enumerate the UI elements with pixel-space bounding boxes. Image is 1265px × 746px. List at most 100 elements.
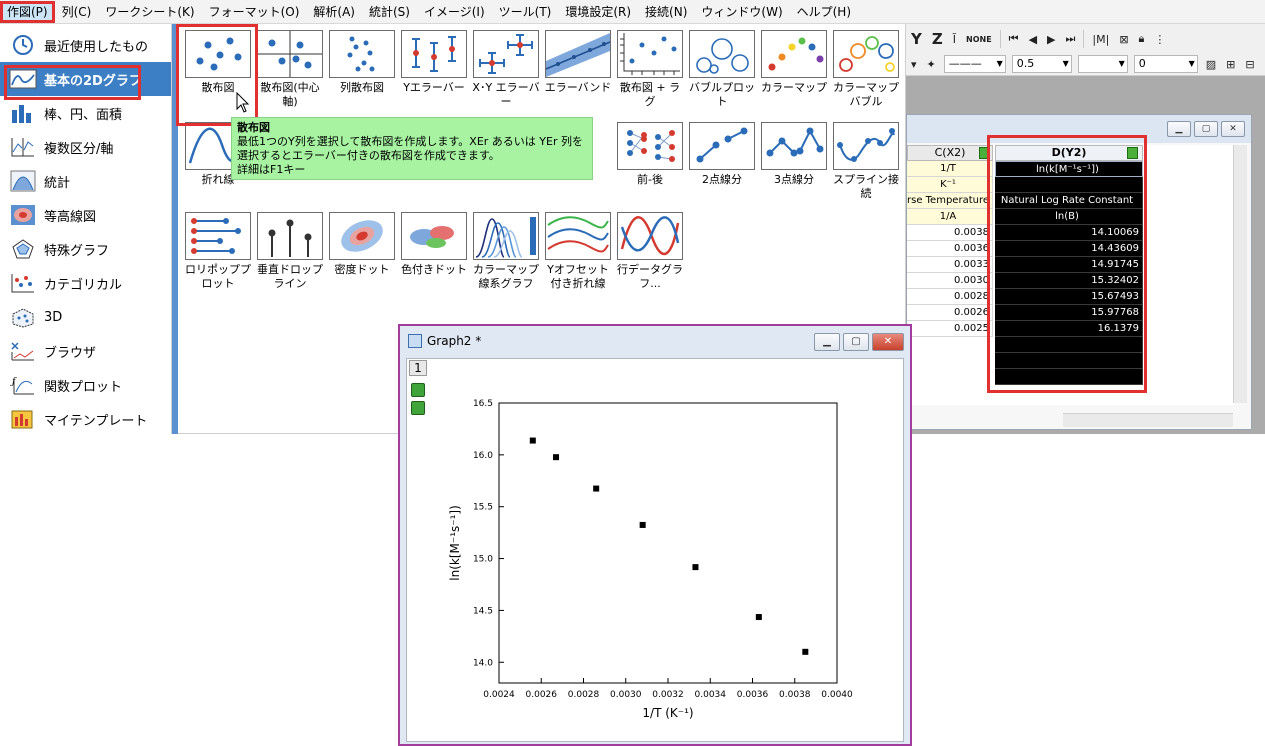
error-column-button[interactable]: Ĩ — [948, 33, 961, 46]
gallery-y-offset-line[interactable]: Yオフセット付き折れ線 — [543, 212, 613, 304]
category-label: 統計 — [44, 175, 71, 191]
graph-titlebar[interactable]: Graph2 * ▁ ▢ ✕ — [400, 326, 910, 356]
menu-column[interactable]: 列(C) — [55, 1, 99, 23]
lock-icon[interactable]: 🔒︎ — [1134, 32, 1150, 46]
category-special[interactable]: 特殊グラフ — [0, 232, 171, 266]
comments-cell[interactable]: rse Temperature — [907, 193, 993, 209]
data-point[interactable] — [755, 614, 762, 621]
fill-dropdown-icon[interactable]: ▾ — [906, 58, 922, 71]
border-icon[interactable]: ⊞ — [1221, 58, 1240, 71]
overflow-icon[interactable]: ⋮ — [1149, 33, 1170, 46]
prev-icon[interactable]: ◀ — [1024, 33, 1042, 46]
gallery-bubble[interactable]: バブルプロット — [687, 30, 757, 122]
menu-analysis[interactable]: 解析(A) — [306, 1, 362, 23]
pattern-icon[interactable]: ✦ — [922, 58, 941, 71]
horizontal-scrollbar[interactable] — [1063, 413, 1233, 427]
none-column-button[interactable]: NONE — [961, 35, 997, 44]
gallery-3-point-segment[interactable]: 3点線分 — [759, 122, 829, 214]
menu-statistics[interactable]: 統計(S) — [362, 1, 417, 23]
menu-preferences[interactable]: 環境設定(R) — [558, 1, 638, 23]
category-basic-2d[interactable]: 基本の2Dグラフ — [0, 62, 171, 100]
transparency-combo[interactable]: 0 ▼ — [1133, 55, 1198, 73]
menu-window[interactable]: ウィンドウ(W) — [694, 1, 789, 23]
minimize-button[interactable]: ▁ — [1167, 121, 1191, 137]
gallery-y-errorbar[interactable]: Yエラーバー — [399, 30, 469, 122]
category-categorical[interactable]: カテゴリカル — [0, 266, 171, 300]
data-cell[interactable]: 0.0036 — [907, 241, 993, 257]
long-name-cell[interactable]: 1/T — [907, 161, 993, 177]
gallery-density-dots[interactable]: 密度ドット — [327, 212, 397, 304]
color-combo[interactable]: ▼ — [1077, 55, 1128, 73]
next-icon[interactable]: ▶ — [1042, 33, 1060, 46]
category-3d[interactable]: 3D — [0, 300, 171, 334]
menu-plot[interactable]: 作図(P) — [0, 0, 55, 23]
maximize-button[interactable]: ▢ — [1194, 121, 1218, 137]
last-icon[interactable]: ⏭ — [1061, 32, 1081, 46]
data-cell[interactable]: 0.0038 — [907, 225, 993, 241]
data-cell[interactable]: 0.0025 — [907, 321, 993, 337]
gallery-colormap[interactable]: カラーマップ — [759, 30, 829, 122]
data-point[interactable] — [553, 454, 560, 461]
units-cell[interactable]: K⁻¹ — [907, 177, 993, 193]
gallery-xy-errorbar[interactable]: X･Y エラーバー — [471, 30, 541, 122]
grid-icon[interactable]: ⊟ — [1240, 58, 1259, 71]
gallery-error-band[interactable]: エラーバンド — [543, 30, 613, 122]
gallery-column-scatter[interactable]: 列散布図 — [327, 30, 397, 122]
line-width-combo[interactable]: 0.5 ▼ — [1011, 55, 1072, 73]
hatch-icon[interactable]: ▨ — [1201, 58, 1221, 71]
gallery-before-after[interactable]: 前-後 — [615, 122, 685, 214]
category-statistics[interactable]: 統計 — [0, 164, 171, 198]
y-axis-button[interactable]: Y — [906, 30, 927, 48]
category-browser[interactable]: ブラウザ — [0, 334, 171, 368]
data-point[interactable] — [529, 437, 536, 444]
y-tick-label: 14.5 — [473, 606, 493, 616]
line-style-combo[interactable]: ——— ▼ — [943, 55, 1006, 73]
formula-cell[interactable]: 1/A — [907, 209, 993, 225]
bar-chart-icon — [8, 101, 38, 125]
gallery-lollipop[interactable]: ロリポッププロット — [183, 212, 253, 304]
gallery-vertical-drop-line[interactable]: 垂直ドロップライン — [255, 212, 325, 304]
category-bar-pie-area[interactable]: 棒、円、面積 — [0, 96, 171, 130]
gallery-row-data-graph[interactable]: 行データグラフ... — [615, 212, 685, 304]
gallery-2-point-segment[interactable]: 2点線分 — [687, 122, 757, 214]
data-cell[interactable]: 0.0028 — [907, 289, 993, 305]
vertical-scrollbar[interactable] — [1233, 145, 1247, 403]
menu-connectivity[interactable]: 接続(N) — [638, 1, 694, 23]
menu-format[interactable]: フォーマット(O) — [202, 1, 307, 23]
menu-worksheet[interactable]: ワークシート(K) — [98, 1, 201, 23]
data-point[interactable] — [692, 564, 699, 571]
column-c-header[interactable]: C(X2) — [907, 145, 993, 161]
menu-tools[interactable]: ツール(T) — [492, 1, 559, 23]
gallery-colored-dots[interactable]: 色付きドット — [399, 212, 469, 304]
close-button[interactable]: ✕ — [872, 333, 904, 351]
gallery-colormap-line-series[interactable]: カラーマップ線系グラフ — [471, 212, 541, 304]
x-ticks: 0.0024 0.0026 0.0028 0.0030 0.0032 0.0034 0.00… — [483, 678, 853, 700]
close-button[interactable]: ✕ — [1221, 121, 1245, 137]
basic-2d-icon — [8, 67, 38, 91]
data-cell[interactable]: 0.0026 — [907, 305, 993, 321]
category-multi-axis[interactable]: 複数区分/軸 — [0, 130, 171, 164]
gallery-spline-connect[interactable]: スプライン接続 — [831, 122, 901, 214]
category-contour[interactable]: 等高線図 — [0, 198, 171, 232]
gallery-scatter-rug[interactable]: 散布図 + ラグ — [615, 30, 685, 122]
data-point[interactable] — [593, 485, 600, 492]
category-my-templates[interactable]: マイテンプレート — [0, 402, 171, 436]
3d-icon — [8, 305, 38, 329]
gallery-colormap-bubble[interactable]: カラーマップバブル — [831, 30, 901, 122]
mask-icon[interactable]: |M| — [1087, 33, 1114, 46]
menu-image[interactable]: イメージ(I) — [417, 1, 492, 23]
minimize-button[interactable]: ▁ — [814, 333, 840, 351]
data-cell[interactable]: 0.0033 — [907, 257, 993, 273]
category-recent[interactable]: 最近使用したもの — [0, 28, 171, 62]
category-function-plot[interactable]: ƒ 関数プロット — [0, 368, 171, 402]
data-cell[interactable]: 0.0030 — [907, 273, 993, 289]
first-icon[interactable]: ⏮ — [1004, 32, 1024, 46]
maximize-button[interactable]: ▢ — [843, 333, 869, 351]
data-point[interactable] — [802, 648, 809, 655]
gallery-scatter-central[interactable]: 散布図(中心軸) — [255, 30, 325, 122]
menu-help[interactable]: ヘルプ(H) — [790, 1, 858, 23]
spline-connect-icon — [833, 122, 899, 170]
mask-toggle-icon[interactable]: ⊠ — [1114, 33, 1133, 46]
data-point[interactable] — [639, 521, 646, 528]
z-axis-button[interactable]: Z — [927, 30, 948, 48]
